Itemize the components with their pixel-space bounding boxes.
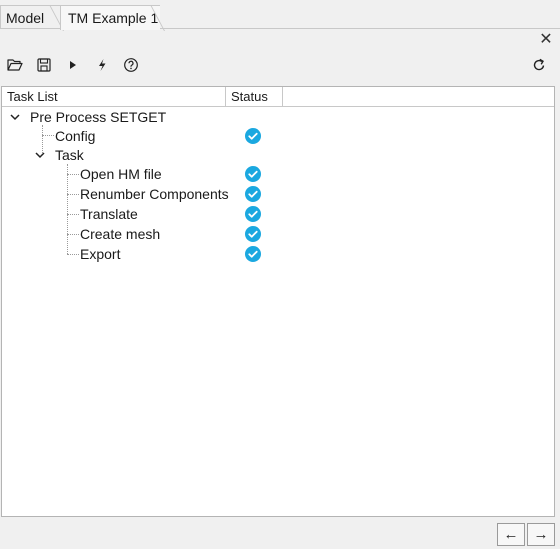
arrow-right-icon: →: [533, 526, 549, 543]
tab-bar: Model TM Example 1: [0, 0, 560, 30]
help-icon[interactable]: [120, 54, 142, 76]
tree-row-label: Renumber Components: [80, 186, 229, 202]
tree-row-label: Export: [80, 246, 121, 262]
tree-row-task[interactable]: Task: [2, 145, 554, 165]
next-button[interactable]: →: [527, 523, 555, 546]
tree-row-label: Translate: [80, 206, 138, 222]
check-circle-icon: [245, 206, 261, 222]
tree-row-open-hm-file[interactable]: Open HM file: [2, 164, 554, 184]
column-header-status[interactable]: Status: [226, 87, 283, 106]
tab-tm-example-1[interactable]: TM Example 1: [60, 5, 160, 30]
column-header-task-list[interactable]: Task List: [2, 87, 226, 106]
check-circle-icon: [245, 128, 261, 144]
tree-row-translate[interactable]: Translate: [2, 204, 554, 224]
save-icon[interactable]: [33, 54, 55, 76]
tree-row-create-mesh[interactable]: Create mesh: [2, 224, 554, 244]
check-circle-icon: [245, 166, 261, 182]
tab-model[interactable]: Model: [0, 5, 60, 29]
toolbar: [0, 54, 560, 76]
tree-row-label: Create mesh: [80, 226, 161, 242]
tree-row-label: Task: [55, 147, 84, 163]
check-circle-icon: [245, 186, 261, 202]
folder-open-icon[interactable]: [4, 54, 26, 76]
play-icon[interactable]: [62, 54, 84, 76]
tree-row-label: Config: [55, 128, 96, 144]
chevron-down-icon[interactable]: [34, 149, 46, 161]
tree-row-config[interactable]: Config: [2, 126, 554, 146]
check-circle-icon: [245, 246, 261, 262]
arrow-left-icon: ←: [503, 526, 519, 543]
table-header: Task List Status: [2, 87, 554, 107]
tree-row-label: Pre Process SETGET: [30, 109, 167, 125]
tree-row-label: Open HM file: [80, 166, 162, 182]
task-list-table: Task List Status Pre Process SETGET Conf…: [1, 86, 555, 517]
chevron-down-icon[interactable]: [9, 111, 21, 123]
check-circle-icon: [245, 226, 261, 242]
lightning-icon[interactable]: [91, 54, 113, 76]
tree-row-renumber-components[interactable]: Renumber Components: [2, 184, 554, 204]
refresh-icon[interactable]: [528, 54, 550, 76]
tree-row-export[interactable]: Export: [2, 244, 554, 264]
close-icon[interactable]: ✕: [538, 32, 554, 48]
previous-button[interactable]: ←: [497, 523, 525, 546]
tree-row-pre-process[interactable]: Pre Process SETGET: [2, 107, 554, 127]
